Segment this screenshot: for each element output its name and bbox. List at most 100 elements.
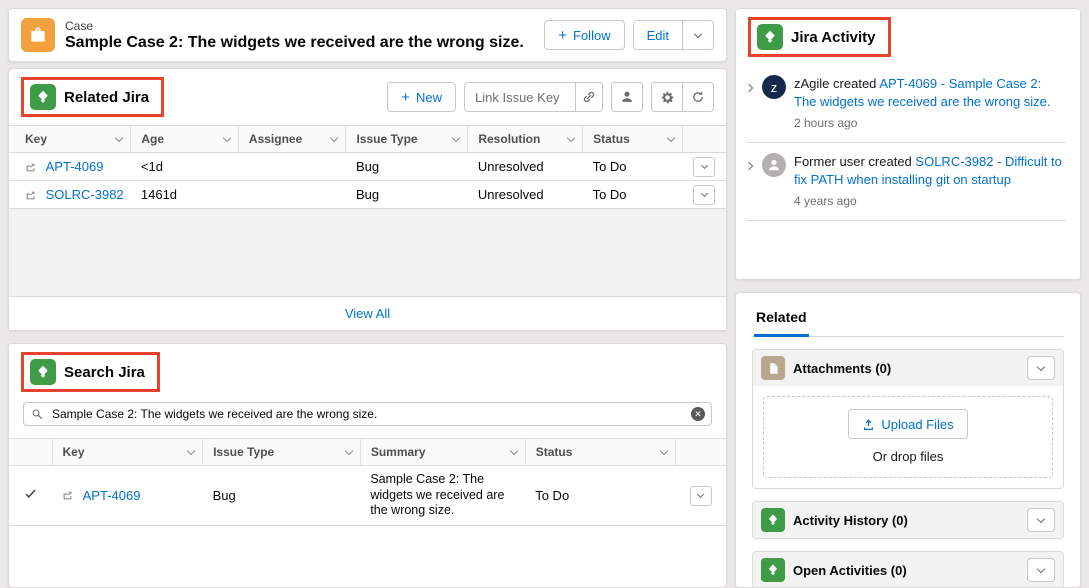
annotation-box-search-jira: Search Jira [21,352,160,392]
table-header-row: Key Issue Type Summary Status [9,439,726,466]
issue-key-link[interactable]: SOLRC-3982 [46,188,124,203]
activity-feed: z zAgile created APT-4069 - Sample Case … [736,65,1080,221]
external-link-icon [25,158,42,173]
status-cell: To Do [583,153,683,181]
column-header-status[interactable]: Status [525,439,676,466]
edit-button[interactable]: Edit [633,20,683,50]
chevron-down-icon [223,133,231,141]
link-issue-button[interactable] [575,82,603,112]
actor-name: zAgile [794,76,829,91]
upload-icon [862,418,875,431]
attachments-body: Upload Files Or drop files [753,386,1063,488]
new-issue-button[interactable]: + New [387,82,456,112]
column-header-age[interactable]: Age [131,126,239,153]
column-header-actions [676,439,726,466]
check-icon [24,488,37,503]
case-more-actions-button[interactable] [682,20,714,50]
avatar [762,153,786,177]
gear-icon [660,90,675,105]
open-activities-dropdown-button[interactable] [1027,558,1055,582]
file-dropzone[interactable]: Upload Files Or drop files [763,396,1053,478]
column-header-issue-type[interactable]: Issue Type [203,439,361,466]
status-cell: To Do [525,466,676,526]
upload-label: Upload Files [881,417,953,432]
column-header-assignee[interactable]: Assignee [238,126,346,153]
case-actions: + Follow Edit [544,20,714,50]
new-label: New [416,90,442,105]
activity-history-header: Activity History (0) [753,502,1063,538]
refresh-button[interactable] [682,82,714,112]
column-header-key[interactable]: Key [9,126,131,153]
attachments-header: Attachments (0) [753,350,1063,386]
plus-icon: + [558,28,567,43]
activity-item: z zAgile created APT-4069 - Sample Case … [746,65,1066,143]
jira-activity-card: Jira Activity z zAgile created APT-4069 … [735,8,1081,280]
row-actions-button[interactable] [693,157,715,177]
summary-cell: Sample Case 2: The widgets we received a… [360,466,525,526]
follow-button[interactable]: + Follow [544,20,624,50]
assignee-cell [238,153,346,181]
column-header-status[interactable]: Status [583,126,683,153]
column-header-key[interactable]: Key [52,439,203,466]
settings-button[interactable] [651,82,683,112]
external-link-icon [62,487,79,502]
expand-activity-button[interactable] [746,153,754,169]
chevron-down-icon [187,446,195,454]
search-row: ✕ [23,402,712,426]
chevron-down-icon [667,133,675,141]
status-cell: To Do [583,181,683,209]
activity-history-section: Activity History (0) [752,501,1064,539]
chevron-down-icon [509,446,517,454]
table-row[interactable]: SOLRC-3982 1461d Bug Unresolved To Do [9,181,726,209]
attachments-dropdown-button[interactable] [1027,356,1055,380]
upload-files-button[interactable]: Upload Files [848,409,967,439]
activity-history-dropdown-button[interactable] [1027,508,1055,532]
tab-related[interactable]: Related [754,305,809,337]
chevron-down-icon [660,446,668,454]
jira-activity-title: Jira Activity [791,29,876,46]
object-label: Case [65,19,524,33]
jira-icon [757,24,783,50]
chevron-down-icon [701,190,708,197]
case-header-card: Case Sample Case 2: The widgets we recei… [8,8,727,62]
column-header-resolution[interactable]: Resolution [468,126,583,153]
attachments-section: Attachments (0) Upload Files Or drop fil… [752,349,1064,489]
jira-icon [30,359,56,385]
issue-key-link[interactable]: APT-4069 [46,160,104,175]
related-jira-toolbar: + New [387,82,714,112]
table-tools-group [651,82,714,112]
annotation-box-jira-activity: Jira Activity [748,17,891,57]
link-issue-key-input[interactable] [464,82,576,112]
issue-key-link[interactable]: APT-4069 [83,488,141,503]
chevron-right-icon [745,162,753,170]
related-jira-card: Related Jira + New [8,68,727,331]
activity-timestamp: 4 years ago [794,194,1066,208]
view-all-link[interactable]: View All [345,306,390,321]
chevron-down-icon [330,133,338,141]
attachments-icon [761,356,785,380]
assignee-cell [238,181,346,209]
column-header-summary[interactable]: Summary [360,439,525,466]
chevron-down-icon [567,133,575,141]
chevron-down-icon [701,162,708,169]
search-jira-title: Search Jira [64,364,145,381]
chevron-down-icon [452,133,460,141]
chevron-right-icon [745,84,753,92]
case-icon [21,18,55,52]
expand-activity-button[interactable] [746,75,754,91]
related-panel-card: Related Attachments (0) [735,292,1081,588]
issue-type-cell: Bug [346,181,468,209]
table-row[interactable]: APT-4069 <1d Bug Unresolved To Do [9,153,726,181]
column-header-issue-type[interactable]: Issue Type [346,126,468,153]
search-input[interactable] [23,402,712,426]
assignee-button[interactable] [611,82,643,112]
table-row[interactable]: APT-4069 Bug Sample Case 2: The widgets … [9,466,726,526]
clear-search-icon[interactable]: ✕ [691,407,705,421]
row-actions-button[interactable] [690,486,712,506]
activity-text: zAgile created APT-4069 - Sample Case 2:… [794,75,1066,110]
issue-type-cell: Bug [203,466,361,526]
open-activities-section: Open Activities (0) [752,551,1064,588]
chevron-down-icon [697,491,704,498]
row-actions-button[interactable] [693,185,715,205]
chevron-down-icon [1037,362,1045,370]
